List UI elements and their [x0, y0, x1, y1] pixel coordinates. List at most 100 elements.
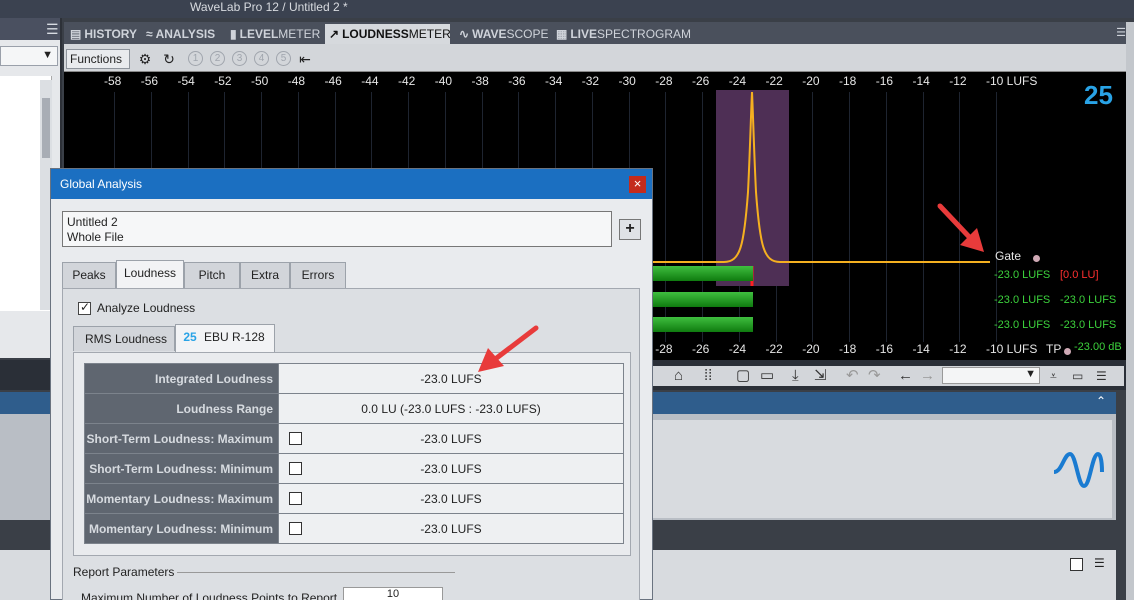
- tab-levelmeter[interactable]: ▮ LEVELMETER: [226, 24, 322, 44]
- analysis-source-box[interactable]: Untitled 2 Whole File: [62, 211, 612, 247]
- tick-label-bottom: -12: [949, 342, 967, 356]
- tick-label-top: -18: [839, 74, 857, 88]
- open-folder-icon[interactable]: ▭: [760, 367, 774, 385]
- result-label: Momentary Loudness: Maximum: [84, 483, 279, 514]
- momentary-readout: -23.0 LUFS: [994, 269, 1051, 281]
- subtab-rms-loudness[interactable]: RMS Loudness: [73, 326, 175, 351]
- result-checkbox[interactable]: [289, 492, 302, 505]
- result-checkbox[interactable]: [289, 462, 302, 475]
- result-checkbox[interactable]: [289, 432, 302, 445]
- source-range: Whole File: [67, 230, 124, 244]
- source-file-name: Untitled 2: [67, 215, 118, 229]
- tick-label-bottom: -14: [912, 342, 930, 356]
- tab-wavescope[interactable]: ∿ WAVESCOPE: [455, 24, 549, 44]
- lower-toolbar-dropdown[interactable]: ▼: [942, 367, 1040, 384]
- bottom-menu-icon[interactable]: ☰: [1094, 556, 1105, 570]
- result-value: -23.0 LUFS: [278, 453, 624, 484]
- result-label: Short-Term Loudness: Maximum: [84, 423, 279, 454]
- momentary-bar: [652, 266, 753, 281]
- tick-label-bottom: -10 LUFS: [986, 342, 1038, 356]
- reset-icon[interactable]: ↻: [160, 50, 178, 68]
- new-file-icon[interactable]: ▢: [736, 367, 750, 385]
- close-button[interactable]: ×: [629, 176, 646, 193]
- result-value: 0.0 LU (-23.0 LUFS : -23.0 LUFS): [278, 393, 624, 424]
- loudness-results-table: Integrated Loudness -23.0 LUFS Loudness …: [84, 363, 624, 544]
- result-value-text: 0.0 LU (-23.0 LUFS : -23.0 LUFS): [361, 401, 541, 416]
- tab-peaks[interactable]: Peaks: [62, 262, 116, 288]
- chevron-down-icon: ▼: [1025, 368, 1036, 380]
- tp-label: TP: [1046, 342, 1062, 356]
- result-value: -23.0 LUFS: [278, 483, 624, 514]
- tick-label-top: -52: [214, 74, 232, 88]
- ebu-icon: 25: [183, 330, 197, 344]
- scroll-thumb[interactable]: [42, 98, 50, 158]
- gear-icon[interactable]: ⚙: [136, 50, 154, 68]
- analyze-loudness-checkbox[interactable]: [78, 300, 91, 315]
- integrated-max-readout: -23.0 LUFS: [1060, 319, 1117, 331]
- tick-label-bottom: -24: [728, 342, 747, 356]
- forward-arrow-icon[interactable]: →: [920, 367, 935, 385]
- result-label: Short-Term Loudness: Minimum: [84, 453, 279, 484]
- tab-label-suffix: METER: [278, 27, 321, 41]
- tab-pitch[interactable]: Pitch: [184, 262, 240, 288]
- tabs-menu-icon[interactable]: ☰: [1116, 26, 1126, 39]
- chevron-up-icon[interactable]: ⌃: [1096, 394, 1106, 408]
- preset-5-button[interactable]: 5: [276, 51, 291, 66]
- undo-icon[interactable]: ↶: [846, 367, 859, 385]
- save-icon[interactable]: ⤓: [792, 367, 799, 385]
- bottom-panel-checkbox[interactable]: [1070, 558, 1083, 571]
- tick-label-top: -44: [361, 74, 379, 88]
- close-icon: ×: [633, 176, 642, 191]
- tick-label-top: -14: [912, 74, 930, 88]
- functions-button[interactable]: Functions: [66, 49, 130, 69]
- tab-label: LEVEL: [239, 27, 279, 41]
- tab-loudnessmeter[interactable]: ↗ LOUDNESSMETER: [325, 24, 451, 44]
- left-panel-dropdown[interactable]: ▼: [0, 46, 58, 66]
- analyze-loudness-label: Analyze Loudness: [97, 301, 196, 315]
- tab-loudness[interactable]: Loudness: [116, 260, 184, 289]
- result-value-text: -23.0 LUFS: [420, 461, 482, 476]
- tab-label-suffix: SCOPE: [506, 27, 549, 41]
- preset-1-button[interactable]: 1: [188, 51, 203, 66]
- tab-errors[interactable]: Errors: [290, 262, 346, 288]
- grid-icon[interactable]: ⁞⁞: [704, 367, 712, 385]
- restore-icon[interactable]: ▭: [1072, 367, 1083, 385]
- tab-label-suffix: METER: [408, 27, 451, 41]
- add-source-button[interactable]: +: [619, 219, 641, 240]
- tick-label-bottom: -20: [802, 342, 820, 356]
- tick-label-top: -46: [324, 74, 342, 88]
- max-points-spinbox[interactable]: 10: [343, 587, 443, 600]
- home-icon[interactable]: ⌂: [674, 367, 683, 385]
- save-as-icon[interactable]: ⇲: [814, 367, 827, 385]
- subtab-label: EBU R-128: [204, 330, 265, 344]
- tab-livespectrogram[interactable]: ▦ LIVESPECTROGRAM: [552, 24, 691, 44]
- left-panel-menu-icon[interactable]: ☰: [0, 18, 60, 40]
- back-arrow-icon[interactable]: ←: [898, 367, 913, 385]
- tool-window-tabs: ▤ HISTORY ≈ ANALYSIS ▮ LEVELMETER ↗ LOUDNESS…: [64, 22, 1134, 44]
- redo-icon[interactable]: ↷: [868, 367, 881, 385]
- result-checkbox[interactable]: [289, 522, 302, 535]
- loudness-arrow-icon: ↗: [329, 27, 340, 41]
- tick-label-top: -22: [765, 74, 783, 88]
- tab-history[interactable]: ▤ HISTORY: [66, 24, 140, 44]
- chevron-down-icon: ▼: [42, 49, 53, 61]
- gate-indicator: [1033, 255, 1040, 262]
- filter-icon[interactable]: ⩡: [1050, 367, 1057, 385]
- subtab-ebu-r128[interactable]: 25 EBU R-128: [175, 324, 275, 352]
- preset-3-button[interactable]: 3: [232, 51, 247, 66]
- tab-analysis[interactable]: ≈ ANALYSIS: [142, 24, 224, 44]
- result-label: Integrated Loudness: [84, 363, 279, 394]
- preset-2-button[interactable]: 2: [210, 51, 225, 66]
- tick-label-top: -32: [581, 74, 600, 88]
- window-titlebar: WaveLab Pro 12 / Untitled 2 *: [0, 0, 1134, 18]
- tick-label-top: -10 LUFS: [986, 74, 1038, 88]
- tick-label-bottom: -22: [765, 342, 783, 356]
- jump-to-start-icon[interactable]: ⇤: [296, 50, 314, 68]
- menu-icon[interactable]: ☰: [1096, 367, 1107, 385]
- tab-extra[interactable]: Extra: [240, 262, 290, 288]
- tp-indicator: [1064, 348, 1071, 355]
- tick-label-top: -16: [875, 74, 894, 88]
- tab-label: ANALYSIS: [155, 27, 216, 41]
- tick-label-top: -20: [802, 74, 820, 88]
- preset-4-button[interactable]: 4: [254, 51, 269, 66]
